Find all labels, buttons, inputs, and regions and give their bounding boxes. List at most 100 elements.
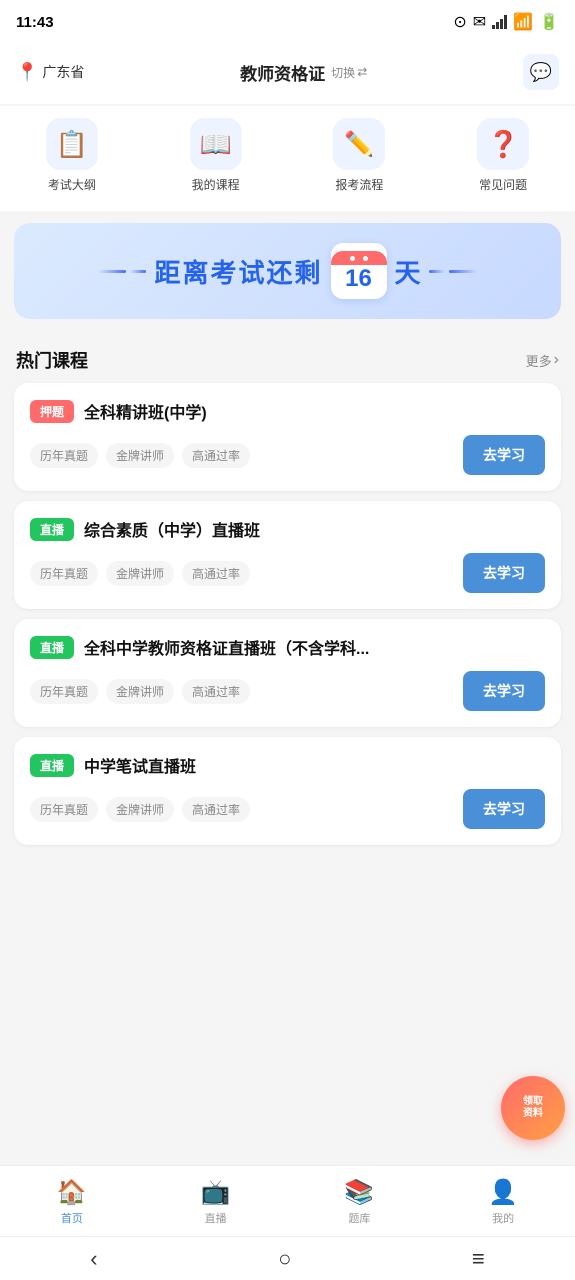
nav-faq[interactable]: ❓ 常见问题 — [477, 118, 529, 193]
registration-label: 报考流程 — [335, 176, 383, 193]
course-2-tags: 历年真题 金牌讲师 高通过率 — [30, 561, 250, 586]
course-card-1: 押题 全科精讲班(中学) 历年真题 金牌讲师 高通过率 去学习 — [14, 383, 561, 491]
dash-line-left — [98, 270, 126, 273]
course-card-4-top: 直播 中学笔试直播班 — [30, 753, 545, 777]
course-1-study-btn[interactable]: 去学习 — [463, 435, 545, 475]
course-card-1-top: 押题 全科精讲班(中学) — [30, 399, 545, 423]
home-icon: 🏠 — [57, 1178, 87, 1207]
course-3-study-btn[interactable]: 去学习 — [463, 671, 545, 711]
course-card-2-bottom: 历年真题 金牌讲师 高通过率 去学习 — [30, 553, 545, 593]
question-icon: ⊙ — [453, 12, 466, 32]
course-list: 押题 全科精讲班(中学) 历年真题 金牌讲师 高通过率 去学习 直播 综合素质（… — [0, 383, 575, 845]
my-course-icon: 📖 — [190, 118, 242, 170]
dash-line-left2 — [130, 270, 146, 273]
status-icons: ⊙ ✉ 📶 🔋 — [453, 12, 559, 32]
course-3-title: 全科中学教师资格证直播班（不含学科... — [84, 635, 545, 659]
message-button[interactable]: 💬 — [523, 54, 559, 90]
home-button[interactable]: ○ — [254, 1238, 315, 1280]
nav-home-label: 首页 — [61, 1210, 83, 1226]
header: 📍 广东省 教师资格证 切换 ⇄ 💬 — [0, 44, 575, 104]
location-text: 广东省 — [42, 62, 84, 82]
switch-icon: ⇄ — [357, 65, 367, 79]
back-button[interactable]: ‹ — [66, 1238, 121, 1280]
course-2-tag-1: 金牌讲师 — [106, 561, 174, 586]
course-3-tags: 历年真题 金牌讲师 高通过率 — [30, 679, 250, 704]
nav-mine-label: 我的 — [492, 1210, 514, 1226]
signal-icon: 📶 — [513, 12, 533, 32]
faq-label: 常见问题 — [479, 176, 527, 193]
course-card-2: 直播 综合素质（中学）直播班 历年真题 金牌讲师 高通过率 去学习 — [14, 501, 561, 609]
course-3-tag: 直播 — [30, 636, 74, 659]
nav-live-label: 直播 — [205, 1210, 227, 1226]
location-pin-icon: 📍 — [16, 62, 38, 83]
nav-live[interactable]: 📺 直播 — [185, 1174, 247, 1230]
course-1-tag: 押题 — [30, 400, 74, 423]
exam-outline-icon: 📋 — [46, 118, 98, 170]
course-1-tag-2: 高通过率 — [182, 443, 250, 468]
course-card-4: 直播 中学笔试直播班 历年真题 金牌讲师 高通过率 去学习 — [14, 737, 561, 845]
float-btn-line1: 领取 — [523, 1096, 543, 1108]
menu-button[interactable]: ≡ — [448, 1238, 509, 1280]
calendar-dot-left — [350, 256, 355, 261]
nav-question-bank[interactable]: 📚 题库 — [328, 1174, 390, 1230]
gesture-bar: ‹ ○ ≡ — [0, 1236, 575, 1280]
status-time: 11:43 — [16, 14, 54, 31]
my-course-label: 我的课程 — [192, 176, 240, 193]
nav-question-label: 题库 — [348, 1210, 370, 1226]
more-arrow-icon: › — [554, 351, 559, 369]
course-card-4-bottom: 历年真题 金牌讲师 高通过率 去学习 — [30, 789, 545, 829]
calendar-top — [331, 251, 387, 265]
faq-icon: ❓ — [477, 118, 529, 170]
location-area[interactable]: 📍 广东省 — [16, 62, 84, 83]
more-link[interactable]: 更多 › — [526, 351, 559, 370]
course-card-2-top: 直播 综合素质（中学）直播班 — [30, 517, 545, 541]
registration-icon: ✏️ — [333, 118, 385, 170]
course-1-title: 全科精讲班(中学) — [84, 399, 545, 423]
dash-line-right — [449, 270, 477, 273]
countdown-banner: 距离考试还剩 16 天 — [14, 223, 561, 319]
course-2-title: 综合素质（中学）直播班 — [84, 517, 545, 541]
course-4-tag-2: 高通过率 — [182, 797, 250, 822]
course-4-tag-0: 历年真题 — [30, 797, 98, 822]
hot-courses-title: 热门课程 — [16, 347, 88, 373]
nav-my-course[interactable]: 📖 我的课程 — [190, 118, 242, 193]
title-area: 教师资格证 切换 ⇄ — [240, 60, 367, 85]
dash-line-right2 — [429, 270, 445, 273]
calendar-badge: 16 — [331, 243, 387, 299]
switch-button[interactable]: 切换 ⇄ — [331, 64, 367, 81]
mine-icon: 👤 — [488, 1178, 518, 1207]
nav-home[interactable]: 🏠 首页 — [41, 1174, 103, 1230]
course-4-tag-1: 金牌讲师 — [106, 797, 174, 822]
battery-icon: 🔋 — [539, 12, 559, 32]
course-1-tag-0: 历年真题 — [30, 443, 98, 468]
course-4-tag: 直播 — [30, 754, 74, 777]
course-2-tag: 直播 — [30, 518, 74, 541]
course-3-tag-1: 金牌讲师 — [106, 679, 174, 704]
exam-outline-label: 考试大纲 — [48, 176, 96, 193]
left-dash — [98, 270, 146, 273]
nav-registration[interactable]: ✏️ 报考流程 — [333, 118, 385, 193]
course-card-3-top: 直播 全科中学教师资格证直播班（不含学科... — [30, 635, 545, 659]
more-label: 更多 — [526, 351, 552, 370]
calendar-dot-right — [363, 256, 368, 261]
float-btn-line2: 资料 — [523, 1108, 543, 1120]
nav-exam-outline[interactable]: 📋 考试大纲 — [46, 118, 98, 193]
bottom-nav: 🏠 首页 📺 直播 📚 题库 👤 我的 — [0, 1165, 575, 1236]
course-1-tag-1: 金牌讲师 — [106, 443, 174, 468]
quick-nav: 📋 考试大纲 📖 我的课程 ✏️ 报考流程 ❓ 常见问题 — [0, 106, 575, 211]
nav-mine[interactable]: 👤 我的 — [472, 1174, 534, 1230]
course-4-tags: 历年真题 金牌讲师 高通过率 — [30, 797, 250, 822]
course-4-title: 中学笔试直播班 — [84, 753, 545, 777]
course-2-study-btn[interactable]: 去学习 — [463, 553, 545, 593]
course-card-3-bottom: 历年真题 金牌讲师 高通过率 去学习 — [30, 671, 545, 711]
float-resource-button[interactable]: 领取 资料 — [501, 1076, 565, 1140]
app-title: 教师资格证 — [240, 60, 325, 85]
course-3-tag-2: 高通过率 — [182, 679, 250, 704]
course-3-tag-0: 历年真题 — [30, 679, 98, 704]
course-card-3: 直播 全科中学教师资格证直播班（不含学科... 历年真题 金牌讲师 高通过率 去… — [14, 619, 561, 727]
mail-icon: ✉ — [473, 12, 486, 32]
course-card-1-bottom: 历年真题 金牌讲师 高通过率 去学习 — [30, 435, 545, 475]
course-2-tag-0: 历年真题 — [30, 561, 98, 586]
course-1-tags: 历年真题 金牌讲师 高通过率 — [30, 443, 250, 468]
course-4-study-btn[interactable]: 去学习 — [463, 789, 545, 829]
